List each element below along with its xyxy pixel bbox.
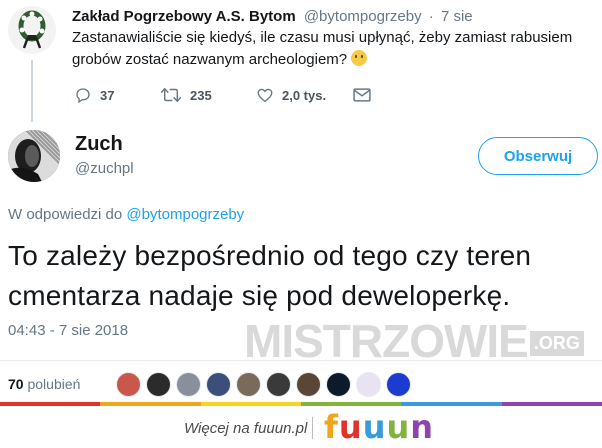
footer-separator (312, 417, 313, 439)
thread-line (31, 60, 33, 122)
fuuun-logo[interactable]: fuuun (324, 410, 434, 444)
logo-letter: f (324, 408, 339, 446)
logo-letter: u (338, 408, 363, 446)
tweet-card: Zakład Pogrzebowy A.S. Bytom @bytompogrz… (0, 0, 602, 402)
retweet-icon (160, 88, 182, 102)
stripe-segment (501, 402, 602, 406)
logo-letter: n (410, 408, 435, 446)
avatar-gasmask-icon[interactable] (146, 372, 171, 397)
avatar-eclipse-icon[interactable] (326, 372, 351, 397)
reply-context: W odpowiedzi do @bytompogrzeby (8, 206, 244, 223)
stripe-segment (100, 402, 201, 406)
parent-tweet-header: Zakład Pogrzebowy A.S. Bytom @bytompogrz… (72, 8, 473, 25)
parent-tweet-time[interactable]: 7 sie (441, 8, 473, 25)
heart-icon (257, 88, 273, 103)
avatar-blue-neon-icon[interactable] (386, 372, 411, 397)
header-separator: · (428, 8, 434, 25)
reply-context-prefix: W odpowiedzi do (8, 206, 123, 223)
envelope-icon (353, 88, 371, 102)
stripe-segment (300, 402, 402, 406)
avatar-dark-logo-icon[interactable] (266, 372, 291, 397)
wreath-icon (8, 6, 56, 54)
avatar-woman-redhead-icon[interactable] (116, 372, 141, 397)
retweet-action[interactable]: 235 (160, 86, 256, 104)
logo-letter: u (386, 408, 411, 446)
parent-author-handle[interactable]: @bytompogrzeby (304, 8, 422, 25)
reply-author-name[interactable]: Zuch (75, 133, 123, 156)
color-stripe (0, 402, 602, 406)
like-action[interactable]: 2,0 tys. (256, 86, 352, 104)
parent-tweet-body: Zastanawialiście się kiedyś, ile czasu m… (72, 29, 573, 68)
parent-author-name[interactable]: Zakład Pogrzebowy A.S. Bytom (72, 8, 296, 25)
likes-count: 70 (8, 376, 24, 392)
divider (0, 360, 602, 361)
logo-letter: u (362, 408, 387, 446)
avatar-face-gray-icon[interactable] (176, 372, 201, 397)
reply-count: 37 (100, 87, 115, 103)
avatar-blue-dark-icon[interactable] (206, 372, 231, 397)
avatar-psycho-logger-icon[interactable] (356, 372, 381, 397)
reply-icon (76, 88, 90, 103)
watermark-suffix: .ORG (529, 331, 584, 356)
direct-message-action[interactable] (352, 86, 372, 104)
more-link[interactable]: Więcej na fuuun.pl (184, 420, 307, 437)
retweet-count: 235 (190, 87, 212, 103)
stripe-segment (200, 402, 301, 406)
footer-bar: Więcej na fuuun.pl fuuun (0, 402, 602, 448)
parent-tweet-text: Zastanawialiście się kiedyś, ile czasu m… (72, 27, 592, 71)
avatar-man-suit-icon[interactable] (296, 372, 321, 397)
reply-tweet-text: To zależy bezpośrednio od tego czy teren… (8, 240, 532, 311)
reply-to-link[interactable]: @bytompogrzeby (126, 206, 244, 223)
like-count: 2,0 tys. (282, 87, 327, 103)
likes-label: polubień (27, 376, 81, 392)
parent-tweet-actions: 37 235 2,0 tys. (74, 86, 372, 104)
profile-photo-icon (8, 130, 60, 182)
likers-list (116, 372, 416, 397)
likes-summary[interactable]: 70 polubień (8, 376, 80, 392)
thinking-face-icon (351, 50, 368, 66)
follow-button[interactable]: Obserwuj (478, 137, 598, 175)
funeral-home-avatar[interactable] (8, 6, 56, 54)
stripe-segment (0, 402, 101, 406)
avatar-man-glasses-icon[interactable] (236, 372, 261, 397)
stripe-segment (401, 402, 502, 406)
zuch-avatar[interactable] (8, 130, 60, 182)
reply-action[interactable]: 37 (74, 86, 160, 104)
reply-author-handle[interactable]: @zuchpl (75, 160, 134, 177)
reply-timestamp[interactable]: 04:43 - 7 sie 2018 (8, 322, 128, 339)
